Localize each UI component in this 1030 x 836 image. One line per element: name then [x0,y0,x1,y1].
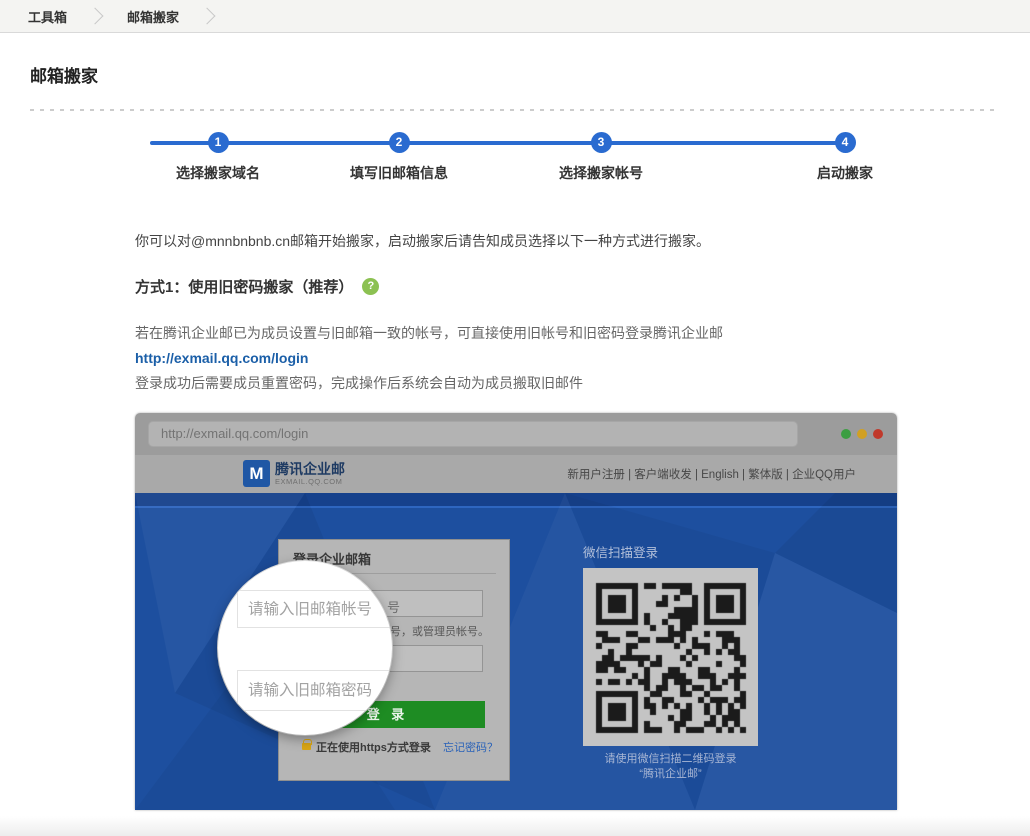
step-4-label: 启动搬家 [817,163,873,183]
window-dot-green-icon [841,429,851,439]
step-2-label: 填写旧邮箱信息 [350,163,448,183]
wechat-scan-title: 微信扫描登录 [583,542,658,561]
exmail-logo-title: 腾讯企业邮 [275,462,345,477]
window-dot-red-icon [873,429,883,439]
page-bottom-fade [0,816,1030,836]
https-notice: 正在使用https方式登录 [316,739,431,755]
exmail-login-link[interactable]: http://exmail.qq.com/login [135,346,308,371]
exmail-header: M 腾讯企业邮 EXMAIL.QQ.COM 新用户注册 | 客户端收发 | En… [135,455,897,493]
exmail-logo: M 腾讯企业邮 EXMAIL.QQ.COM [243,460,345,487]
login-screenshot-mockup: http://exmail.qq.com/login M 腾讯企业邮 EXMAI… [135,413,897,810]
exmail-header-links: 新用户注册 | 客户端收发 | English | 繁体版 | 企业QQ用户 [567,455,856,493]
method1-heading-text: 方式1：使用旧密码搬家（推荐） [135,276,353,297]
migration-stepper: 1 选择搬家域名 2 填写旧邮箱信息 3 选择搬家帐号 4 启动搬家 [0,131,1030,191]
wechat-qr-code [583,568,758,746]
help-icon[interactable]: ? [362,278,379,295]
dashed-divider [30,109,1000,111]
step-3-choose-accounts: 3 选择搬家帐号 [559,131,643,183]
step-3-badge: 3 [591,132,612,153]
qr-caption-line2: “腾讯企业邮” [583,765,758,781]
magnified-account-placeholder: 请输入旧邮箱帐号 [237,590,392,628]
breadcrumb-item-toolbox[interactable]: 工具箱 [28,7,67,26]
breadcrumb: 工具箱 邮箱搬家 [0,0,1030,33]
qr-code-canvas [583,568,758,746]
intro-text: 你可以对@mnnbnbnb.cn邮箱开始搬家，启动搬家后请告知成员选择以下一种方… [135,231,710,251]
account-hint-text: 帐号，或管理员帐号。 [379,623,489,639]
step-3-label: 选择搬家帐号 [559,163,643,183]
chevron-right-icon [87,8,104,25]
browser-address-bar: http://exmail.qq.com/login [148,421,798,447]
method1-heading: 方式1：使用旧密码搬家（推荐） ? [135,276,379,297]
qr-caption-line1: 请使用微信扫描二维码登录 [583,750,758,766]
step-2-badge: 2 [389,132,410,153]
step-4-start-migration: 4 启动搬家 [817,131,873,183]
method1-line2: 登录成功后需要成员重置密码，完成操作后系统会自动为成员搬取旧邮件 [135,375,583,391]
window-dot-yellow-icon [857,429,867,439]
exmail-logo-icon: M [243,460,270,487]
step-2-old-mailbox-info: 2 填写旧邮箱信息 [350,131,448,183]
magnified-password-placeholder: 请输入旧邮箱密码 [237,670,392,711]
chevron-right-icon [199,8,216,25]
step-1-badge: 1 [208,132,229,153]
magnifier-circle: 请输入旧邮箱帐号 请输入旧邮箱密码 [218,561,392,735]
breadcrumb-item-mail-migration[interactable]: 邮箱搬家 [127,7,179,26]
step-1-choose-domain: 1 选择搬家域名 [176,131,260,183]
page-title: 邮箱搬家 [30,62,98,87]
exmail-logo-subtitle: EXMAIL.QQ.COM [275,477,345,486]
step-4-badge: 4 [835,132,856,153]
method1-body: 若在腾讯企业邮已为成员设置与旧邮箱一致的帐号，可直接使用旧帐号和旧密码登录腾讯企… [135,321,723,396]
forgot-password-link: 忘记密码？ [443,739,498,755]
step-1-label: 选择搬家域名 [176,163,260,183]
https-lock-icon [302,743,311,750]
method1-line1: 若在腾讯企业邮已为成员设置与旧邮箱一致的帐号，可直接使用旧帐号和旧密码登录腾讯企… [135,325,723,341]
browser-chrome-bar: http://exmail.qq.com/login [135,413,897,455]
